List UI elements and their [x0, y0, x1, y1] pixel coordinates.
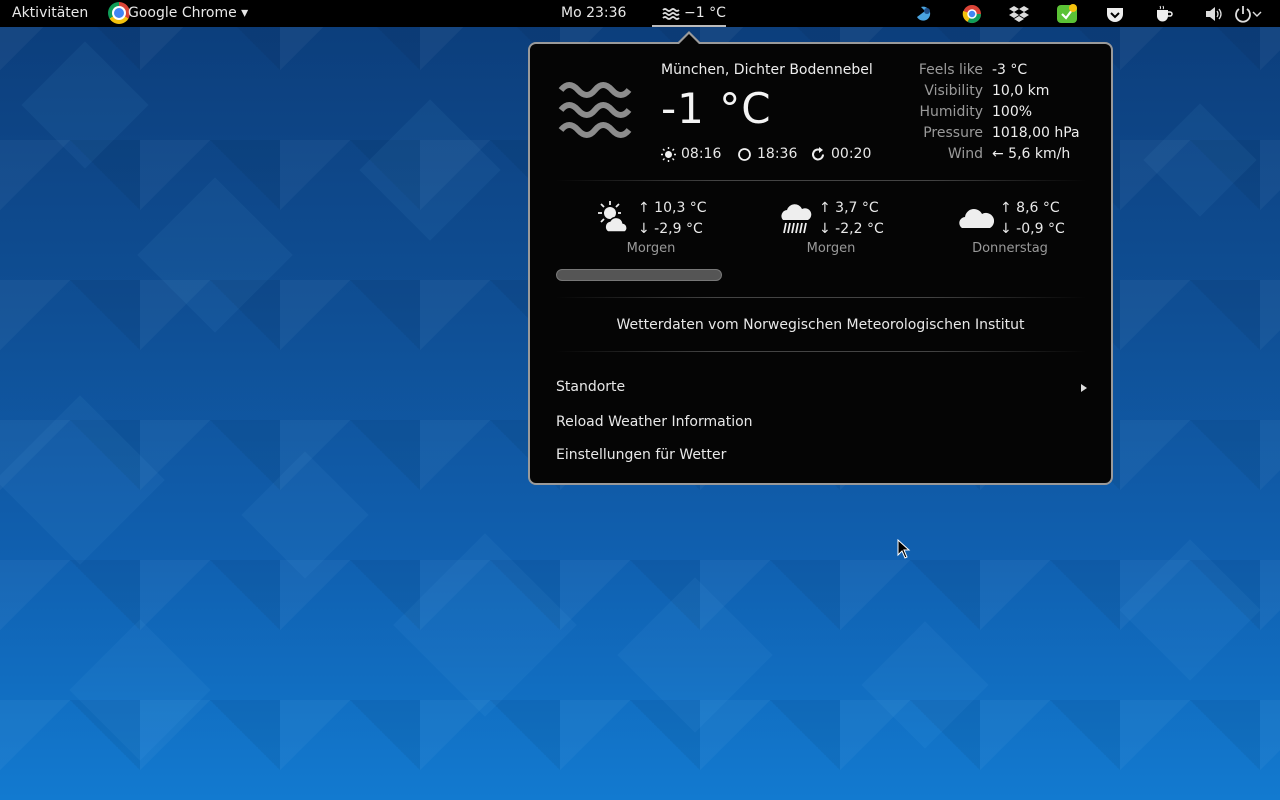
chrome-tray-icon[interactable]	[961, 3, 983, 25]
location-label: München, Dichter Bodennebel	[661, 62, 873, 78]
sunset-time: 18:36	[757, 146, 798, 162]
activities-button[interactable]: Aktivitäten	[12, 0, 88, 27]
forecast-day: Donnerstag	[972, 241, 1048, 256]
dropbox-icon[interactable]	[1008, 3, 1030, 25]
detail-label: Pressure	[923, 125, 983, 141]
steam-icon[interactable]	[913, 3, 935, 25]
forecast-day: Morgen	[626, 241, 676, 256]
forecast-scrollbar[interactable]	[556, 269, 722, 281]
menu-item-standorte[interactable]: Standorte	[556, 379, 625, 395]
weather-indicator-button[interactable]: −1 °C	[652, 0, 726, 27]
separator	[556, 297, 1086, 298]
detail-label: Visibility	[924, 83, 983, 99]
fog-large-icon	[558, 82, 632, 138]
forecast-high: ↑ 3,7 °C	[819, 200, 879, 216]
clock-button[interactable]: Mo 23:36	[561, 0, 626, 27]
separator	[556, 180, 1086, 181]
mouse-cursor-icon	[897, 539, 911, 559]
submenu-arrow-icon	[1081, 384, 1087, 392]
popup-arrow-inner	[679, 34, 699, 44]
current-temperature: -1 °C	[661, 84, 772, 133]
forecast-low: ↓ -2,2 °C	[819, 221, 884, 237]
forecast-high: ↑ 10,3 °C	[638, 200, 707, 216]
sunrise-time: 08:16	[681, 146, 722, 162]
weather-popup: München, Dichter Bodennebel -1 °C 08:16 …	[528, 42, 1113, 485]
power-icon[interactable]	[1232, 3, 1254, 25]
sun-cloud-icon	[598, 201, 628, 233]
pocket-icon[interactable]	[1104, 3, 1126, 25]
sunrise-icon	[661, 147, 676, 162]
chrome-icon	[108, 2, 130, 24]
weather-indicator-temp: −1 °C	[684, 5, 726, 21]
forecast-low: ↓ -2,9 °C	[638, 221, 703, 237]
caffeine-cup-icon[interactable]	[1153, 3, 1175, 25]
rain-icon	[781, 204, 812, 234]
forecast-high: ↑ 8,6 °C	[1000, 200, 1060, 216]
detail-value: ← 5,6 km/h	[992, 146, 1071, 162]
refresh-icon	[812, 147, 824, 161]
attribution-link[interactable]: Wetterdaten vom Norwegischen Meteorologi…	[530, 317, 1111, 333]
volume-icon[interactable]	[1203, 3, 1225, 25]
forecast-day: Morgen	[806, 241, 856, 256]
detail-value: 1018,00 hPa	[992, 125, 1080, 141]
detail-label: Humidity	[919, 104, 983, 120]
detail-label: Feels like	[918, 62, 983, 78]
evernote-icon[interactable]	[1056, 3, 1078, 25]
chevron-down-icon[interactable]	[1252, 9, 1262, 19]
menu-item-reload[interactable]: Reload Weather Information	[556, 414, 753, 430]
fog-icon	[662, 8, 680, 20]
sunset-icon	[738, 148, 751, 161]
app-menu-button[interactable]: Google Chrome ▾	[128, 0, 248, 27]
detail-value: -3 °C	[992, 62, 1028, 78]
detail-value: 100%	[992, 104, 1033, 120]
separator	[556, 351, 1086, 352]
cloud-icon	[959, 209, 994, 228]
top-panel: Aktivitäten Google Chrome ▾ Mo 23:36 −1 …	[0, 0, 1280, 27]
detail-label: Wind	[947, 146, 983, 162]
forecast-low: ↓ -0,9 °C	[1000, 221, 1065, 237]
menu-item-settings[interactable]: Einstellungen für Wetter	[556, 447, 726, 463]
detail-value: 10,0 km	[992, 83, 1050, 99]
